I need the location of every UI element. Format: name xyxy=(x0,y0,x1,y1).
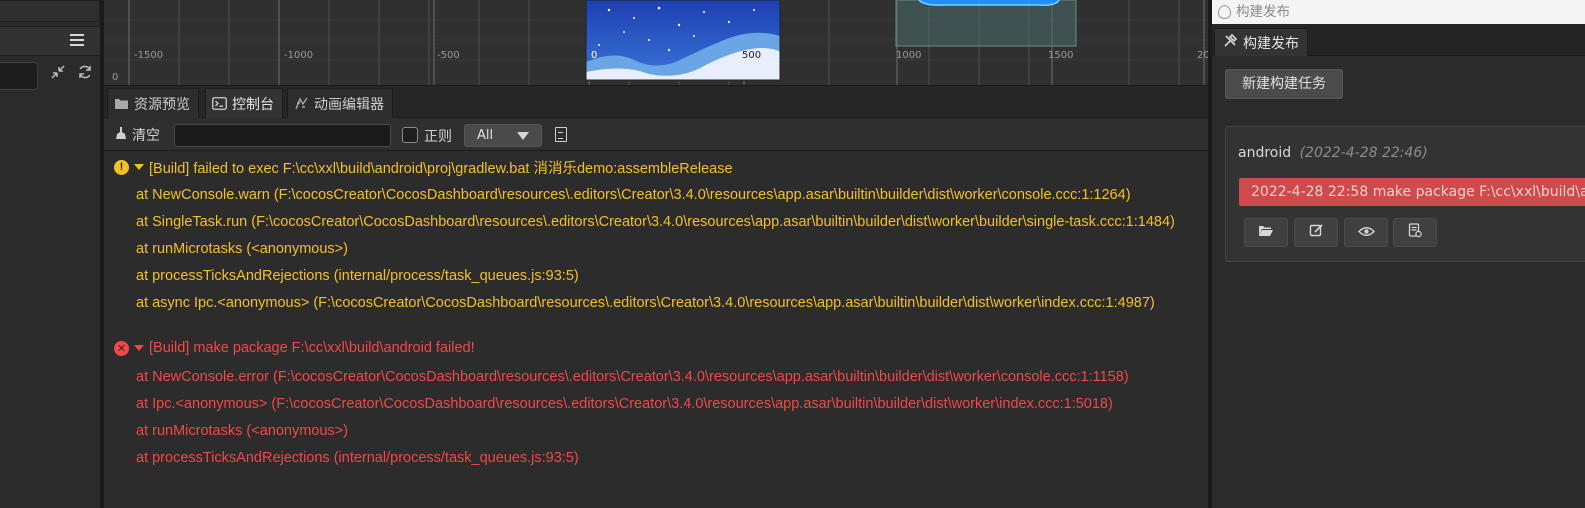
left-panel-header xyxy=(0,26,100,56)
eye-icon xyxy=(1357,225,1375,241)
log-list[interactable]: ! [Build] failed to exec F:\cc\xxl\build… xyxy=(104,152,1208,508)
tab-console[interactable]: 控制台 xyxy=(205,88,283,118)
log-entry-error[interactable]: ✕ [Build] make package F:\cc\xxl\build\a… xyxy=(114,338,475,358)
open-log-file-icon[interactable] xyxy=(555,127,567,142)
ruler-label: 1000 xyxy=(896,50,922,61)
tab-build[interactable]: 构建发布 xyxy=(1214,28,1308,56)
stack-line: at NewConsole.error (F:\cocosCreator\Coc… xyxy=(136,369,1129,385)
chevron-down-icon xyxy=(517,132,529,140)
warning-icon: ! xyxy=(114,159,129,175)
broom-icon xyxy=(114,126,128,144)
clear-button[interactable]: 清空 xyxy=(114,125,160,145)
tools-icon xyxy=(1223,33,1238,52)
ruler-label: -1000 xyxy=(284,50,314,61)
folder-icon xyxy=(114,97,129,110)
log-icon xyxy=(1408,223,1422,242)
filter-input[interactable] xyxy=(174,124,391,147)
task-platform: android xyxy=(1238,145,1292,161)
expand-caret-icon[interactable] xyxy=(134,164,144,170)
view-log-button[interactable] xyxy=(1393,218,1437,247)
log-message: [Build] failed to exec F:\cc\xxl\build\a… xyxy=(149,160,733,177)
task-status-bar: 2022-4-28 22:58 make package F:\cc\xxl\b… xyxy=(1239,178,1585,206)
animation-icon xyxy=(294,97,309,110)
left-search-input[interactable] xyxy=(0,62,38,90)
edit-icon xyxy=(1309,223,1324,242)
tab-animation-editor[interactable]: 动画编辑器 xyxy=(287,88,393,118)
console-tab-bar: 资源预览 控制台 动画编辑器 xyxy=(104,86,1208,118)
ruler-origin-label: 0 xyxy=(112,72,119,83)
ruler-label: 0 xyxy=(591,50,598,61)
open-folder-button[interactable] xyxy=(1244,218,1288,247)
tab-assets-preview[interactable]: 资源预览 xyxy=(107,88,199,118)
menu-icon[interactable] xyxy=(70,34,84,46)
left-top-field[interactable] xyxy=(0,0,100,22)
build-panel: 构建发布 构建发布 新建构建任务 android (2022-4-28 22:4… xyxy=(1212,0,1585,508)
preview-task-button[interactable] xyxy=(1344,218,1388,247)
new-build-task-button[interactable]: 新建构建任务 xyxy=(1225,69,1343,99)
log-level-value: All xyxy=(477,128,494,143)
stack-line: at runMicrotasks (<anonymous>) xyxy=(136,423,348,439)
scene-canvas xyxy=(104,0,1208,85)
refresh-icon[interactable] xyxy=(74,64,96,86)
build-tab-bar: 构建发布 xyxy=(1212,24,1585,56)
stack-line: at Ipc.<anonymous> (F:\cocosCreator\Coco… xyxy=(136,396,1113,412)
clear-label: 清空 xyxy=(132,128,160,144)
scene-view[interactable]: -1500 -1000 -500 0 500 1000 1500 200 0 xyxy=(104,0,1208,86)
stack-line: at runMicrotasks (<anonymous>) xyxy=(136,241,348,257)
cocos-logo-icon xyxy=(1218,5,1231,19)
ruler-label: 500 xyxy=(742,50,762,61)
stack-line: at async Ipc.<anonymous> (F:\cocosCreato… xyxy=(136,295,1155,311)
log-level-select[interactable]: All xyxy=(464,124,542,147)
regex-checkbox[interactable] xyxy=(402,127,418,143)
console-panel: 资源预览 控制台 动画编辑器 清空 正则 All ! [Build] faile… xyxy=(104,86,1208,508)
ruler-label: -1500 xyxy=(134,50,164,61)
error-icon: ✕ xyxy=(114,340,129,356)
tab-label: 构建发布 xyxy=(1243,35,1299,52)
build-window-title: 构建发布 xyxy=(1236,4,1290,20)
stack-line: at processTicksAndRejections (internal/p… xyxy=(136,268,579,284)
build-window-header: 构建发布 xyxy=(1212,0,1585,24)
edit-task-button[interactable] xyxy=(1294,218,1338,247)
stack-line: at NewConsole.warn (F:\cocosCreator\Coco… xyxy=(136,187,1131,203)
canvas-frame xyxy=(895,0,1077,47)
folder-open-icon xyxy=(1258,224,1274,241)
expand-caret-icon[interactable] xyxy=(134,345,144,351)
task-time: (2022-4-28 22:46) xyxy=(1299,145,1428,161)
left-panel xyxy=(0,0,100,508)
regex-label: 正则 xyxy=(424,129,452,145)
ruler-label: 1500 xyxy=(1048,50,1074,61)
stack-line: at SingleTask.run (F:\cocosCreator\Cocos… xyxy=(136,214,1175,230)
log-entry-warning[interactable]: ! [Build] failed to exec F:\cc\xxl\build… xyxy=(114,157,733,177)
ruler-label: 200 xyxy=(1197,50,1208,61)
ruler-label: -500 xyxy=(437,50,460,61)
build-task-card: android (2022-4-28 22:46) 2022-4-28 22:5… xyxy=(1225,126,1585,262)
log-message: [Build] make package F:\cc\xxl\build\and… xyxy=(149,340,475,356)
tab-label: 动画编辑器 xyxy=(314,96,384,113)
console-toolbar: 清空 正则 All xyxy=(104,119,1208,151)
stack-line: at processTicksAndRejections (internal/p… xyxy=(136,450,579,466)
terminal-icon xyxy=(212,97,227,110)
task-header: android (2022-4-28 22:46) xyxy=(1238,145,1428,161)
collapse-icon[interactable] xyxy=(47,64,69,86)
tab-label: 控制台 xyxy=(232,96,274,113)
tab-label: 资源预览 xyxy=(134,96,190,113)
